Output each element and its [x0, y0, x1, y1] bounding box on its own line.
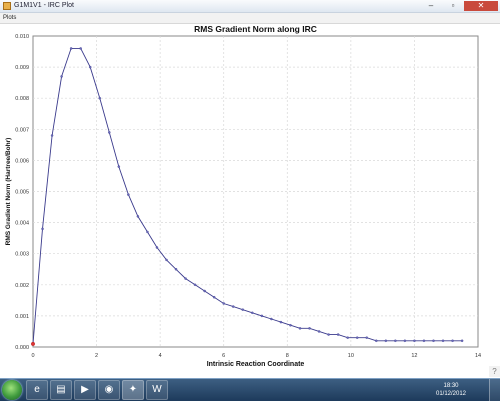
y-tick-label: 0.005	[15, 190, 29, 196]
y-tick-label: 0.006	[15, 158, 29, 164]
data-point	[422, 339, 426, 343]
close-button[interactable]: ✕	[464, 1, 498, 11]
x-tick-label: 12	[411, 353, 417, 359]
x-tick-label: 14	[475, 353, 481, 359]
data-point	[270, 317, 273, 321]
explorer-icon[interactable]: ▤	[50, 380, 72, 400]
data-point	[365, 336, 368, 339]
clock-date: 01/12/2012	[435, 391, 467, 397]
data-point	[394, 339, 397, 343]
y-tick-label: 0.001	[15, 314, 29, 320]
data-point	[231, 305, 235, 308]
taskbar: e ▤ ▶ ◉ ✦ W 18:30 01/12/2012	[0, 378, 500, 401]
y-tick-label: 0.007	[15, 127, 29, 133]
data-point	[241, 308, 245, 311]
data-point	[98, 96, 102, 100]
menu-plots[interactable]: Plots	[3, 13, 16, 23]
minimize-button[interactable]: –	[420, 1, 442, 11]
current-point-marker	[31, 341, 35, 346]
data-point	[50, 134, 54, 137]
clock-time: 18:30	[443, 383, 459, 389]
data-point	[69, 47, 73, 50]
ie-icon[interactable]: e	[26, 380, 48, 400]
data-point	[222, 302, 225, 305]
data-point	[117, 165, 121, 168]
data-point	[308, 327, 311, 330]
show-desktop-button[interactable]	[489, 379, 500, 401]
media-player-icon[interactable]: ▶	[74, 380, 96, 400]
data-point	[193, 283, 197, 287]
data-point	[203, 289, 206, 293]
data-point	[384, 339, 388, 343]
data-point	[174, 267, 178, 271]
plot-frame	[32, 35, 479, 348]
y-tick-label: 0.009	[15, 65, 29, 71]
data-point	[441, 339, 445, 343]
data-point	[79, 47, 82, 50]
data-point	[317, 330, 321, 333]
data-point	[460, 339, 464, 343]
window-title: G1M1V1 - IRC Plot	[14, 2, 74, 9]
data-point	[165, 258, 168, 262]
data-point	[346, 336, 349, 339]
app-icon	[3, 2, 11, 10]
data-point	[212, 295, 216, 299]
irc-plot: 0.000 0.001 0.002 0.003 0.004 0.005 0.006 0.007…	[5, 24, 481, 368]
resize-grip[interactable]: ?	[489, 366, 500, 377]
y-tick-label: 0.008	[15, 96, 29, 102]
x-tick-label: 8	[286, 353, 289, 359]
start-button[interactable]	[2, 380, 22, 400]
x-tick-label: 2	[95, 353, 98, 359]
y-tick-label: 0.010	[15, 34, 29, 40]
data-point	[336, 333, 340, 336]
data-point	[60, 75, 63, 78]
plot-area: 0.000 0.001 0.002 0.003 0.004 0.005 0.006 0.007…	[0, 24, 500, 378]
data-point	[298, 327, 302, 330]
y-tick-label: 0.000	[15, 345, 29, 351]
data-point	[413, 339, 416, 343]
data-point	[432, 339, 435, 343]
y-tick-label: 0.004	[15, 221, 29, 227]
x-tick-label: 0	[31, 353, 34, 359]
data-point	[88, 65, 92, 69]
data-point	[403, 339, 407, 343]
data-point	[451, 339, 454, 343]
maximize-button[interactable]: ▫	[442, 1, 464, 11]
y-axis-label: RMS Gradient Norm (Hartree/Bohr)	[5, 138, 12, 246]
data-point	[260, 314, 264, 318]
data-point	[279, 320, 283, 324]
menubar: Plots	[0, 13, 500, 24]
x-tick-label: 4	[159, 353, 162, 359]
data-point	[289, 323, 292, 327]
data-point	[251, 311, 254, 315]
y-tick-label: 0.002	[15, 283, 29, 289]
data-point	[375, 339, 378, 343]
data-point	[41, 227, 44, 231]
gaussview-icon[interactable]: ✦	[122, 380, 144, 400]
x-tick-label: 10	[348, 353, 354, 359]
data-point	[108, 131, 111, 134]
y-tick-label: 0.003	[15, 252, 29, 258]
chart-title: RMS Gradient Norm along IRC	[194, 24, 317, 34]
firefox-icon[interactable]: ◉	[98, 380, 120, 400]
x-axis-label: Intrinsic Reaction Coordinate	[207, 361, 305, 368]
window-titlebar[interactable]: G1M1V1 - IRC Plot – ▫ ✕	[0, 0, 500, 13]
data-point	[136, 215, 140, 218]
x-tick-label: 6	[222, 353, 225, 359]
data-point	[327, 333, 330, 336]
data-point	[146, 230, 149, 234]
data-point	[155, 246, 159, 249]
taskbar-clock[interactable]: 18:30 01/12/2012	[427, 382, 475, 398]
word-icon[interactable]: W	[146, 380, 168, 400]
data-point	[355, 336, 359, 339]
data-point	[127, 193, 130, 196]
data-point	[184, 277, 187, 280]
